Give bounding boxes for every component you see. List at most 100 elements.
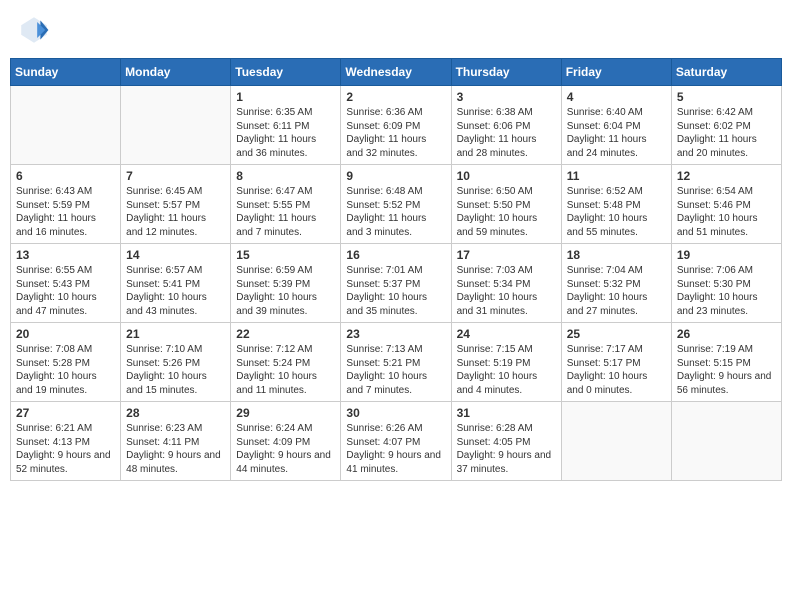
day-number: 28 [126,406,225,420]
day-info: Sunrise: 6:23 AM Sunset: 4:11 PM Dayligh… [126,422,225,476]
calendar-day-cell: 2 Sunrise: 6:36 AM Sunset: 6:09 PM Daylig… [341,86,451,165]
day-info: Sunrise: 6:55 AM Sunset: 5:43 PM Dayligh… [16,264,115,318]
calendar-day-cell [561,402,671,481]
calendar-week-row: 13 Sunrise: 6:55 AM Sunset: 5:43 PM Dayli… [11,244,782,323]
calendar-day-cell: 14Sunrise: 6:57 AM Sunset: 5:41 PM Dayli… [121,244,231,323]
day-info: Sunrise: 6:28 AM Sunset: 4:05 PM Dayligh… [457,422,556,476]
day-number: 11 [567,169,666,183]
calendar-day-cell: 28 Sunrise: 6:23 AM Sunset: 4:11 PM Dayli… [121,402,231,481]
calendar-day-cell: 8 Sunrise: 6:47 AM Sunset: 5:55 PM Daylig… [231,165,341,244]
day-number: 7 [126,169,225,183]
day-number: 15 [236,248,335,262]
day-number: 4 [567,90,666,104]
calendar-day-cell: 19 Sunrise: 7:06 AM Sunset: 5:30 PM Dayli… [671,244,781,323]
day-number: 1 [236,90,335,104]
calendar-day-cell: 27 Sunrise: 6:21 AM Sunset: 4:13 PM Dayli… [11,402,121,481]
day-info: Sunrise: 6:36 AM Sunset: 6:09 PM Dayligh… [346,106,445,160]
calendar-day-cell: 11 Sunrise: 6:52 AM Sunset: 5:48 PM Dayli… [561,165,671,244]
day-info: Sunrise: 7:08 AM Sunset: 5:28 PM Dayligh… [16,343,115,397]
day-info: Sunrise: 7:17 AM Sunset: 5:17 PM Dayligh… [567,343,666,397]
logo [18,14,52,46]
calendar-day-cell: 29 Sunrise: 6:24 AM Sunset: 4:09 PM Dayli… [231,402,341,481]
day-number: 14 [126,248,225,262]
calendar-day-cell: 23 Sunrise: 7:13 AM Sunset: 5:21 PM Dayli… [341,323,451,402]
weekday-header-thursday: Thursday [451,59,561,86]
day-info: Sunrise: 6:45 AM Sunset: 5:57 PM Dayligh… [126,185,225,239]
day-info: Sunrise: 6:42 AM Sunset: 6:02 PM Dayligh… [677,106,776,160]
weekday-header-sunday: Sunday [11,59,121,86]
day-number: 9 [346,169,445,183]
day-number: 16 [346,248,445,262]
calendar-day-cell: 15 Sunrise: 6:59 AM Sunset: 5:39 PM Dayli… [231,244,341,323]
weekday-header-saturday: Saturday [671,59,781,86]
day-info: Sunrise: 7:12 AM Sunset: 5:24 PM Dayligh… [236,343,335,397]
calendar-day-cell: 21 Sunrise: 7:10 AM Sunset: 5:26 PM Dayli… [121,323,231,402]
calendar-week-row: 6 Sunrise: 6:43 AM Sunset: 5:59 PM Daylig… [11,165,782,244]
calendar-day-cell: 18Sunrise: 7:04 AM Sunset: 5:32 PM Dayli… [561,244,671,323]
day-info: Sunrise: 6:59 AM Sunset: 5:39 PM Dayligh… [236,264,335,318]
day-number: 13 [16,248,115,262]
calendar-day-cell: 4 Sunrise: 6:40 AM Sunset: 6:04 PM Daylig… [561,86,671,165]
day-number: 17 [457,248,556,262]
day-info: Sunrise: 7:03 AM Sunset: 5:34 PM Dayligh… [457,264,556,318]
calendar-week-row: 20 Sunrise: 7:08 AM Sunset: 5:28 PM Dayli… [11,323,782,402]
day-info: Sunrise: 7:06 AM Sunset: 5:30 PM Dayligh… [677,264,776,318]
calendar-table: SundayMondayTuesdayWednesdayThursdayFrid… [10,58,782,481]
day-info: Sunrise: 6:54 AM Sunset: 5:46 PM Dayligh… [677,185,776,239]
weekday-header-wednesday: Wednesday [341,59,451,86]
calendar-week-row: 1 Sunrise: 6:35 AM Sunset: 6:11 PM Daylig… [11,86,782,165]
day-number: 10 [457,169,556,183]
day-number: 8 [236,169,335,183]
calendar-day-cell [121,86,231,165]
calendar-day-cell: 16Sunrise: 7:01 AM Sunset: 5:37 PM Dayli… [341,244,451,323]
day-info: Sunrise: 6:21 AM Sunset: 4:13 PM Dayligh… [16,422,115,476]
day-number: 27 [16,406,115,420]
day-number: 26 [677,327,776,341]
day-number: 21 [126,327,225,341]
calendar-day-cell: 31 Sunrise: 6:28 AM Sunset: 4:05 PM Dayli… [451,402,561,481]
day-number: 30 [346,406,445,420]
day-number: 19 [677,248,776,262]
calendar-day-cell: 20 Sunrise: 7:08 AM Sunset: 5:28 PM Dayli… [11,323,121,402]
day-info: Sunrise: 7:10 AM Sunset: 5:26 PM Dayligh… [126,343,225,397]
calendar-day-cell: 13 Sunrise: 6:55 AM Sunset: 5:43 PM Dayli… [11,244,121,323]
calendar-day-cell: 17 Sunrise: 7:03 AM Sunset: 5:34 PM Dayli… [451,244,561,323]
calendar-day-cell: 22Sunrise: 7:12 AM Sunset: 5:24 PM Dayli… [231,323,341,402]
day-info: Sunrise: 7:13 AM Sunset: 5:21 PM Dayligh… [346,343,445,397]
day-info: Sunrise: 7:19 AM Sunset: 5:15 PM Dayligh… [677,343,776,397]
day-number: 29 [236,406,335,420]
calendar-day-cell: 25 Sunrise: 7:17 AM Sunset: 5:17 PM Dayli… [561,323,671,402]
weekday-header-friday: Friday [561,59,671,86]
day-info: Sunrise: 6:24 AM Sunset: 4:09 PM Dayligh… [236,422,335,476]
day-info: Sunrise: 6:40 AM Sunset: 6:04 PM Dayligh… [567,106,666,160]
day-info: Sunrise: 6:47 AM Sunset: 5:55 PM Dayligh… [236,185,335,239]
day-number: 18 [567,248,666,262]
day-info: Sunrise: 6:52 AM Sunset: 5:48 PM Dayligh… [567,185,666,239]
day-number: 12 [677,169,776,183]
calendar-day-cell [11,86,121,165]
calendar-day-cell: 3Sunrise: 6:38 AM Sunset: 6:06 PM Daylig… [451,86,561,165]
day-number: 24 [457,327,556,341]
weekday-header-row: SundayMondayTuesdayWednesdayThursdayFrid… [11,59,782,86]
calendar-day-cell: 6 Sunrise: 6:43 AM Sunset: 5:59 PM Daylig… [11,165,121,244]
calendar-day-cell: 5Sunrise: 6:42 AM Sunset: 6:02 PM Daylig… [671,86,781,165]
calendar-day-cell: 9Sunrise: 6:48 AM Sunset: 5:52 PM Daylig… [341,165,451,244]
calendar-day-cell: 26 Sunrise: 7:19 AM Sunset: 5:15 PM Dayli… [671,323,781,402]
day-number: 23 [346,327,445,341]
day-info: Sunrise: 6:43 AM Sunset: 5:59 PM Dayligh… [16,185,115,239]
day-number: 6 [16,169,115,183]
day-info: Sunrise: 6:50 AM Sunset: 5:50 PM Dayligh… [457,185,556,239]
logo-icon [18,14,50,46]
weekday-header-tuesday: Tuesday [231,59,341,86]
calendar-day-cell: 30Sunrise: 6:26 AM Sunset: 4:07 PM Dayli… [341,402,451,481]
calendar-week-row: 27 Sunrise: 6:21 AM Sunset: 4:13 PM Dayli… [11,402,782,481]
calendar-day-cell: 7 Sunrise: 6:45 AM Sunset: 5:57 PM Daylig… [121,165,231,244]
calendar-day-cell: 24Sunrise: 7:15 AM Sunset: 5:19 PM Dayli… [451,323,561,402]
day-number: 20 [16,327,115,341]
calendar-day-cell: 12 Sunrise: 6:54 AM Sunset: 5:46 PM Dayli… [671,165,781,244]
day-number: 25 [567,327,666,341]
calendar-day-cell: 1 Sunrise: 6:35 AM Sunset: 6:11 PM Daylig… [231,86,341,165]
day-info: Sunrise: 6:35 AM Sunset: 6:11 PM Dayligh… [236,106,335,160]
day-number: 2 [346,90,445,104]
day-number: 31 [457,406,556,420]
